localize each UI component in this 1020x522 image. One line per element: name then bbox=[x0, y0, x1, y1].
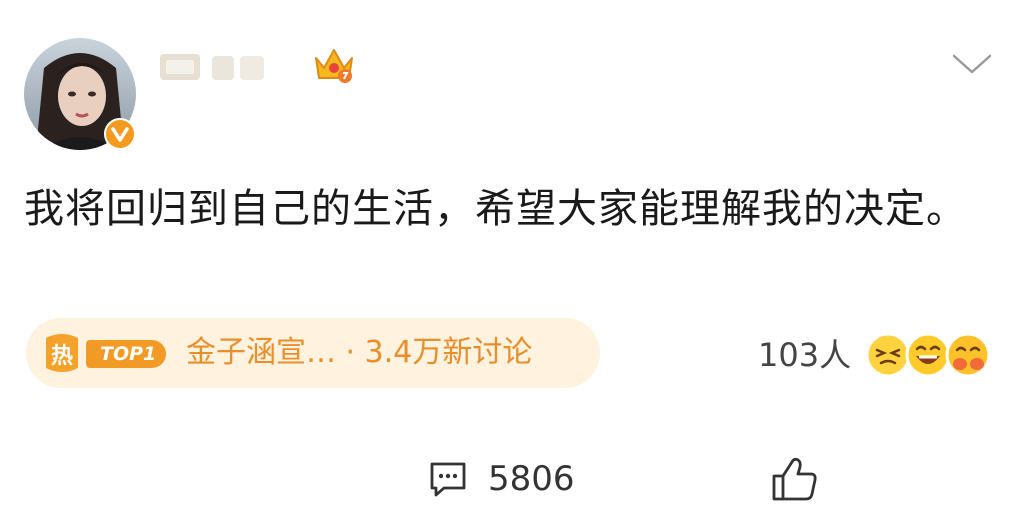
hot-topic-text: 金子涵宣… · 3.4万新讨论 bbox=[186, 335, 533, 370]
chevron-down-icon[interactable] bbox=[952, 52, 992, 78]
hot-topic-pill[interactable]: 热 TOP1 金子涵宣… · 3.4万新讨论 bbox=[26, 318, 600, 388]
reaction-count[interactable]: 103人 bbox=[758, 334, 851, 376]
like-button[interactable] bbox=[770, 454, 820, 504]
post-text: 我将回归到自己的生活，希望大家能理解我的决定。 bbox=[24, 186, 967, 232]
username-blurred[interactable] bbox=[160, 50, 272, 84]
squint-face-icon bbox=[865, 332, 911, 378]
comment-icon bbox=[430, 462, 466, 497]
hot-flame-icon: 热 bbox=[40, 332, 84, 376]
comment-count: 5806 bbox=[488, 459, 575, 499]
vip-crown-icon[interactable] bbox=[312, 44, 356, 86]
verified-badge-icon bbox=[104, 118, 136, 150]
reaction-emojis[interactable] bbox=[864, 330, 992, 380]
laughing-face-icon bbox=[905, 332, 951, 378]
thumbs-up-icon bbox=[772, 457, 817, 501]
weibo-post-card: 我将回归到自己的生活，希望大家能理解我的决定。 热 TOP1 金子涵宣… · 3… bbox=[0, 0, 1020, 522]
hot-rank-label: TOP1 bbox=[86, 340, 167, 368]
svg-text:热: 热 bbox=[51, 343, 73, 369]
comment-button[interactable]: 5806 bbox=[428, 456, 575, 502]
hugging-face-icon bbox=[945, 332, 991, 378]
